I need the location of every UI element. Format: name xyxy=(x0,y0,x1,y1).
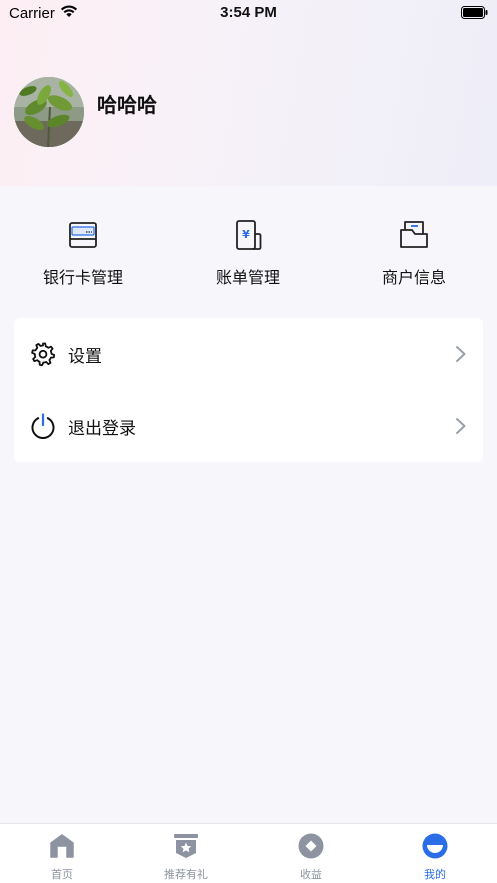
chevron-right-icon xyxy=(456,346,466,362)
settings-label: 设置 xyxy=(68,347,102,367)
logout-label: 退出登录 xyxy=(68,419,136,439)
status-time: 3:54 PM xyxy=(220,4,277,21)
avatar-image xyxy=(14,77,84,147)
gear-icon xyxy=(31,342,56,367)
gift-star-icon xyxy=(174,834,198,858)
bill-icon: ¥ xyxy=(236,220,262,250)
merchant-folder-icon xyxy=(400,221,428,248)
tab-bar: 首页 推荐有礼 收益 我的 xyxy=(0,823,497,883)
profile-icon xyxy=(422,833,448,859)
bank-card-management-label: 银行卡管理 xyxy=(42,268,123,287)
menu-card: 设置 退出登录 xyxy=(14,318,483,462)
power-icon xyxy=(31,413,55,439)
tab-referral-label: 推荐有礼 xyxy=(164,868,208,881)
bank-card-icon xyxy=(69,222,97,248)
username: 哈哈哈 xyxy=(97,93,157,117)
battery-icon xyxy=(461,6,488,19)
tab-referral[interactable]: 推荐有礼 xyxy=(124,824,248,883)
tab-home[interactable]: 首页 xyxy=(0,824,124,883)
home-icon xyxy=(50,834,74,858)
avatar[interactable] xyxy=(14,77,84,147)
bill-management-label: 账单管理 xyxy=(215,268,280,287)
quick-actions: 银行卡管理 ¥ 账单管理 商户信息 xyxy=(0,186,497,302)
tab-mine[interactable]: 我的 xyxy=(373,824,497,883)
merchant-info-label: 商户信息 xyxy=(381,268,446,287)
profile-header: 哈哈哈 xyxy=(0,60,497,170)
tab-mine-label: 我的 xyxy=(424,868,446,881)
settings-row[interactable]: 设置 xyxy=(14,318,483,390)
svg-text:¥: ¥ xyxy=(242,228,250,241)
chevron-right-icon xyxy=(456,418,466,434)
logout-row[interactable]: 退出登录 xyxy=(14,390,483,462)
merchant-info-button[interactable]: 商户信息 xyxy=(331,218,497,288)
tab-home-label: 首页 xyxy=(51,868,73,881)
bank-card-management-button[interactable]: 银行卡管理 xyxy=(0,218,166,288)
tab-earnings-label: 收益 xyxy=(300,868,322,881)
earnings-icon xyxy=(298,833,324,859)
bill-management-button[interactable]: ¥ 账单管理 xyxy=(165,218,331,288)
status-bar: Carrier 3:54 PM xyxy=(0,0,497,26)
tab-earnings[interactable]: 收益 xyxy=(249,824,373,883)
